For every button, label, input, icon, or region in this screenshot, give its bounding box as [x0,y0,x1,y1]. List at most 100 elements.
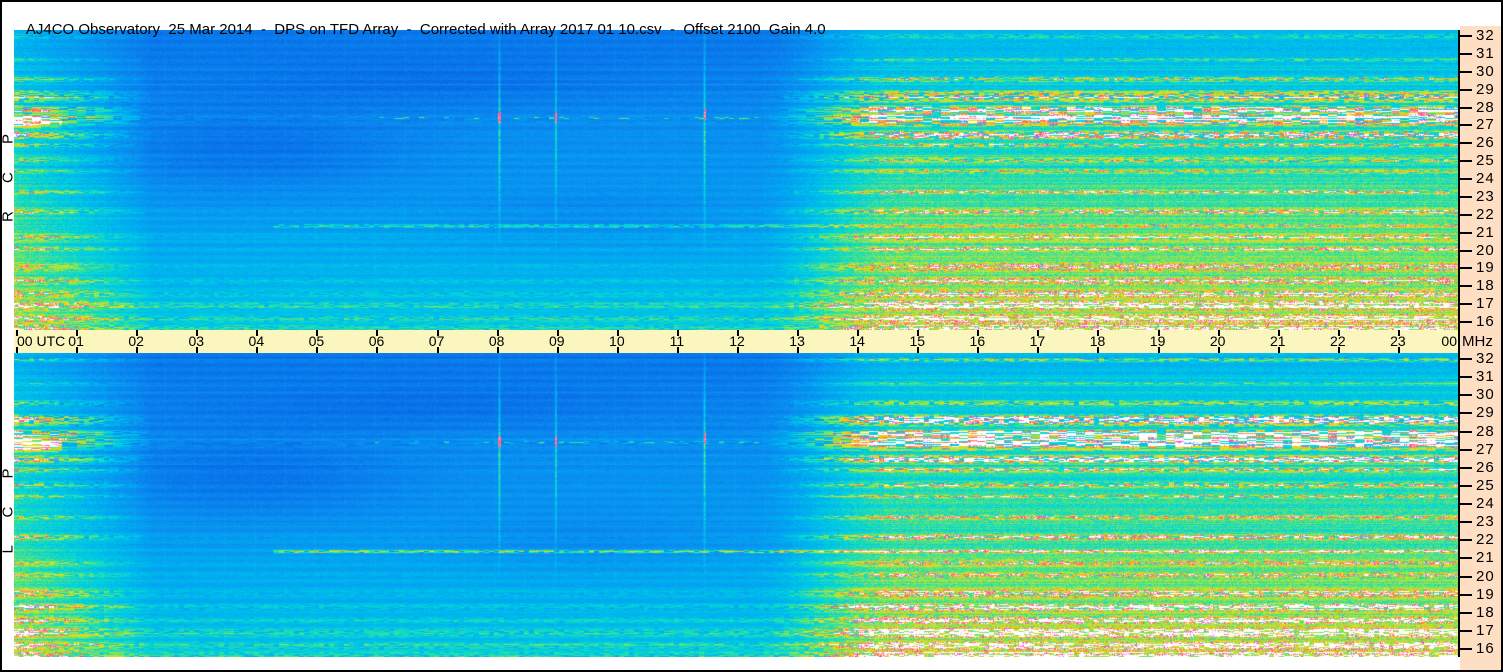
freq-label: 16 [1476,640,1495,657]
freq-label: 28 [1476,422,1495,440]
freq-label: 25 [1476,152,1495,170]
freq-tick [1458,267,1472,270]
freq-tick [1458,106,1472,109]
freq-tick [1458,231,1472,234]
freq-tick [1458,142,1472,145]
freq-tick [1458,321,1472,323]
freq-label: 27 [1476,116,1495,134]
spectrogram-lcp [14,353,1458,657]
time-label: 04 [248,333,265,349]
freq-label: 18 [1476,277,1495,295]
freq-label: 26 [1476,134,1495,152]
time-label: 22 [1330,333,1346,349]
freq-label: 22 [1476,531,1495,549]
freq-label: 28 [1476,98,1495,116]
freq-tick [1458,35,1472,37]
time-label: 00 UTC [17,333,66,349]
freq-tick [1458,466,1472,469]
freq-label: 29 [1476,80,1495,98]
freq-tick [1458,52,1472,55]
time-label: 13 [789,333,805,349]
time-label: 15 [909,333,926,349]
freq-label: 32 [1476,27,1495,44]
freq-label: 21 [1476,549,1495,567]
freq-label: 16 [1476,313,1495,330]
time-label: 18 [1089,333,1106,349]
time-label: 05 [308,333,325,349]
freq-label: 25 [1476,476,1495,494]
freq-tick [1458,611,1472,614]
freq-tick [1458,648,1472,650]
freq-tick [1458,412,1472,415]
freq-tick [1458,394,1472,397]
freq-tick [1458,249,1472,252]
freq-tick [1458,629,1472,632]
freq-tick [1458,358,1472,360]
freq-tick [1458,178,1472,180]
lcp-polarization-label: L C P [0,456,17,554]
time-label: 07 [428,333,445,349]
freq-tick [1458,503,1472,505]
freq-label: 32 [1476,350,1495,367]
time-label: 14 [849,333,865,349]
time-label: 19 [1149,333,1166,349]
time-label: 23 [1390,333,1406,349]
title-bar: AJ4CO Observatory 25 Mar 2014 - DPS on T… [10,4,826,38]
freq-tick [1458,593,1472,596]
freq-tick [1458,195,1472,198]
freq-tick [1458,70,1472,73]
time-label: 17 [1029,333,1046,349]
freq-label: 27 [1476,440,1495,458]
spectrogram-rcp [14,30,1458,330]
freq-label: 19 [1476,259,1495,277]
freq-label: 24 [1476,495,1495,512]
freq-label: 31 [1476,44,1495,62]
freq-label: 26 [1476,458,1495,476]
freq-label: 30 [1476,386,1495,404]
freq-label: 20 [1476,241,1495,259]
time-label: 02 [128,333,144,349]
time-label: 12 [729,333,745,349]
freq-tick [1458,448,1472,451]
freq-tick [1458,557,1472,560]
freq-label: 30 [1476,62,1495,80]
time-label: 00 [1441,333,1457,349]
rcp-polarization-label: R C P [0,121,17,223]
freq-label: 24 [1476,170,1495,187]
freq-label: 18 [1476,603,1495,621]
freq-tick [1458,160,1472,163]
freq-tick [1458,521,1472,524]
freq-label: 17 [1476,621,1495,639]
freq-tick [1458,430,1472,433]
time-label: 06 [368,333,385,349]
time-axis: 00 UTC 01 02 03 04 05 06 07 08 09 10 11 12 13 14 15 16 17… [14,330,1460,353]
freq-tick [1458,484,1472,487]
freq-label: 21 [1476,223,1495,241]
freq-tick [1458,213,1472,216]
time-label: 03 [188,333,205,349]
time-label: 08 [488,333,505,349]
time-label: 16 [969,333,986,349]
freq-tick [1458,88,1472,91]
time-label: 20 [1209,333,1226,349]
freq-label: 23 [1476,187,1495,205]
freq-label: 20 [1476,567,1495,585]
freq-tick [1458,539,1472,542]
freq-tick [1458,303,1472,306]
freq-tick [1458,124,1472,127]
freq-label: 19 [1476,585,1495,603]
spectrogram-page: AJ4CO Observatory 25 Mar 2014 - DPS on T… [0,0,1503,672]
freq-label: 23 [1476,513,1495,531]
freq-label: 17 [1476,295,1495,313]
freq-tick [1458,575,1472,578]
freq-label: 22 [1476,205,1495,223]
freq-tick [1458,285,1472,288]
page-title: AJ4CO Observatory 25 Mar 2014 - DPS on T… [25,21,826,38]
freq-label: 31 [1476,368,1495,386]
time-label: 21 [1269,333,1286,349]
time-label: 09 [548,333,565,349]
time-label: 11 [669,333,685,349]
freq-tick [1458,376,1472,379]
freq-label: 29 [1476,404,1495,422]
time-label: 10 [609,333,625,349]
